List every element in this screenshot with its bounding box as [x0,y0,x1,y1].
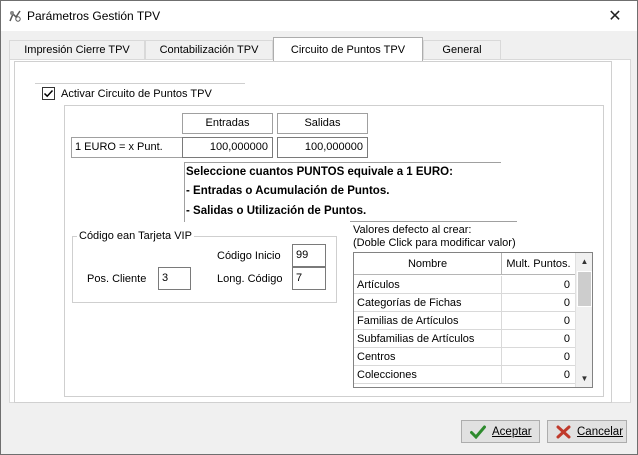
scroll-thumb[interactable] [577,271,592,307]
pos-cliente-label: Pos. Cliente [87,273,147,285]
codigo-inicio-input[interactable]: 99 [292,244,326,267]
table-row[interactable]: Centros 0 [354,348,576,366]
row-value: 0 [563,333,570,345]
checkmark-icon [470,425,486,439]
help-left-rule [184,163,185,222]
row-value: 0 [563,315,570,327]
tab-general[interactable]: General [423,40,501,60]
table-row[interactable]: Artículos 0 [354,276,576,294]
row-value: 0 [563,369,570,381]
app-icon [9,10,21,22]
cancel-button[interactable]: Cancelar [547,420,627,443]
cross-icon [556,425,571,438]
help-line-2: - Entradas o Acumulación de Puntos. [186,185,390,197]
table-row[interactable]: Subfamilias de Artículos 0 [354,330,576,348]
scroll-up-icon[interactable]: ▲ [577,253,592,270]
table-row[interactable]: Colecciones 0 [354,366,576,384]
codigo-inicio-label: Código Inicio [217,250,281,262]
activate-circuit-checkbox[interactable] [42,87,55,100]
window-title: Parámetros Gestión TPV [27,9,161,23]
defaults-divider [350,221,517,222]
entradas-header: Entradas [182,113,273,134]
title-bar: Parámetros Gestión TPV ✕ [1,1,637,31]
salidas-input[interactable]: 100,000000 [277,137,368,158]
table-scrollbar[interactable]: ▲ ▼ [575,253,592,387]
long-codigo-label: Long. Código [217,273,283,285]
row-name: Familias de Artículos [357,312,502,330]
pos-cliente-input[interactable]: 3 [158,267,191,290]
row-name: Centros [357,348,502,366]
accept-button-label: Aceptar [492,425,532,438]
row-value: 0 [563,279,570,291]
help-line-3: - Salidas o Utilización de Puntos. [186,205,367,217]
column-header-mult[interactable]: Mult. Puntos. [502,253,576,275]
table-row[interactable]: Categorías de Fichas 0 [354,294,576,312]
entradas-input[interactable]: 100,000000 [182,137,273,158]
row-value: 0 [563,297,570,309]
help-divider [184,162,501,163]
row-value: 0 [563,351,570,363]
row-name: Artículos [357,276,502,294]
rate-label: 1 EURO = x Punt. [71,137,183,158]
defaults-caption-2: (Doble Click para modificar valor) [353,237,516,249]
help-line-1: Seleccione cuantos PUNTOS equivale a 1 E… [186,166,453,178]
defaults-caption-1: Valores defecto al crear: [353,224,472,236]
tab-circuito-puntos[interactable]: Circuito de Puntos TPV [273,37,423,61]
accept-button[interactable]: Aceptar [461,420,540,443]
row-name: Subfamilias de Artículos [357,330,502,348]
scroll-down-icon[interactable]: ▼ [577,370,592,387]
row-name: Colecciones [357,366,502,384]
tab-impresion-cierre[interactable]: Impresión Cierre TPV [9,40,145,60]
row-name: Categorías de Fichas [357,294,502,312]
activate-circuit-label: Activar Circuito de Puntos TPV [61,88,212,100]
table-row[interactable]: Familias de Artículos 0 [354,312,576,330]
defaults-table[interactable]: Nombre Mult. Puntos. Artículos 0 Categor… [353,252,593,388]
salidas-header: Salidas [277,113,368,134]
vip-group-title: Código ean Tarjeta VIP [77,230,194,242]
cancel-button-label: Cancelar [577,425,624,438]
table-header: Nombre Mult. Puntos. [354,253,576,275]
activate-group-line [35,83,245,84]
tab-contabilizacion[interactable]: Contabilización TPV [145,40,273,60]
long-codigo-input[interactable]: 7 [292,267,326,290]
dialog-window: Parámetros Gestión TPV ✕ Impresión Cierr… [0,0,638,455]
check-icon [43,89,54,98]
column-header-nombre[interactable]: Nombre [354,253,502,275]
close-icon[interactable]: ✕ [597,3,633,29]
